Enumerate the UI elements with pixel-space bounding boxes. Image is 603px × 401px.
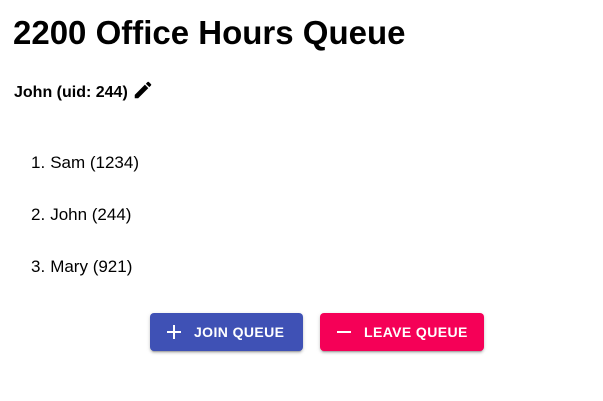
pencil-icon[interactable] [132,79,154,101]
queue-list: 1. Sam (1234) 2. John (244) 3. Mary (921) [31,148,139,304]
plus-icon [166,324,182,340]
minus-icon [336,324,352,340]
queue-item-text: Mary (921) [50,257,133,276]
leave-queue-button[interactable]: LEAVE QUEUE [320,313,484,351]
leave-queue-label: LEAVE QUEUE [364,324,468,340]
queue-item-text: Sam (1234) [50,153,140,172]
queue-item: 3. Mary (921) [31,252,139,304]
user-label: John (uid: 244) [14,84,128,101]
office-hours-page: 2200 Office Hours Queue John (uid: 244) … [0,0,603,401]
join-queue-label: JOIN QUEUE [194,324,285,340]
queue-item-number: 1. [31,153,46,172]
queue-item-number: 3. [31,257,46,276]
current-user: John (uid: 244) [14,80,154,106]
join-queue-button[interactable]: JOIN QUEUE [150,313,303,351]
queue-item: 2. John (244) [31,200,139,252]
queue-item-number: 2. [31,205,46,224]
page-title: 2200 Office Hours Queue [13,14,406,51]
queue-item-text: John (244) [50,205,132,224]
queue-item: 1. Sam (1234) [31,148,139,200]
